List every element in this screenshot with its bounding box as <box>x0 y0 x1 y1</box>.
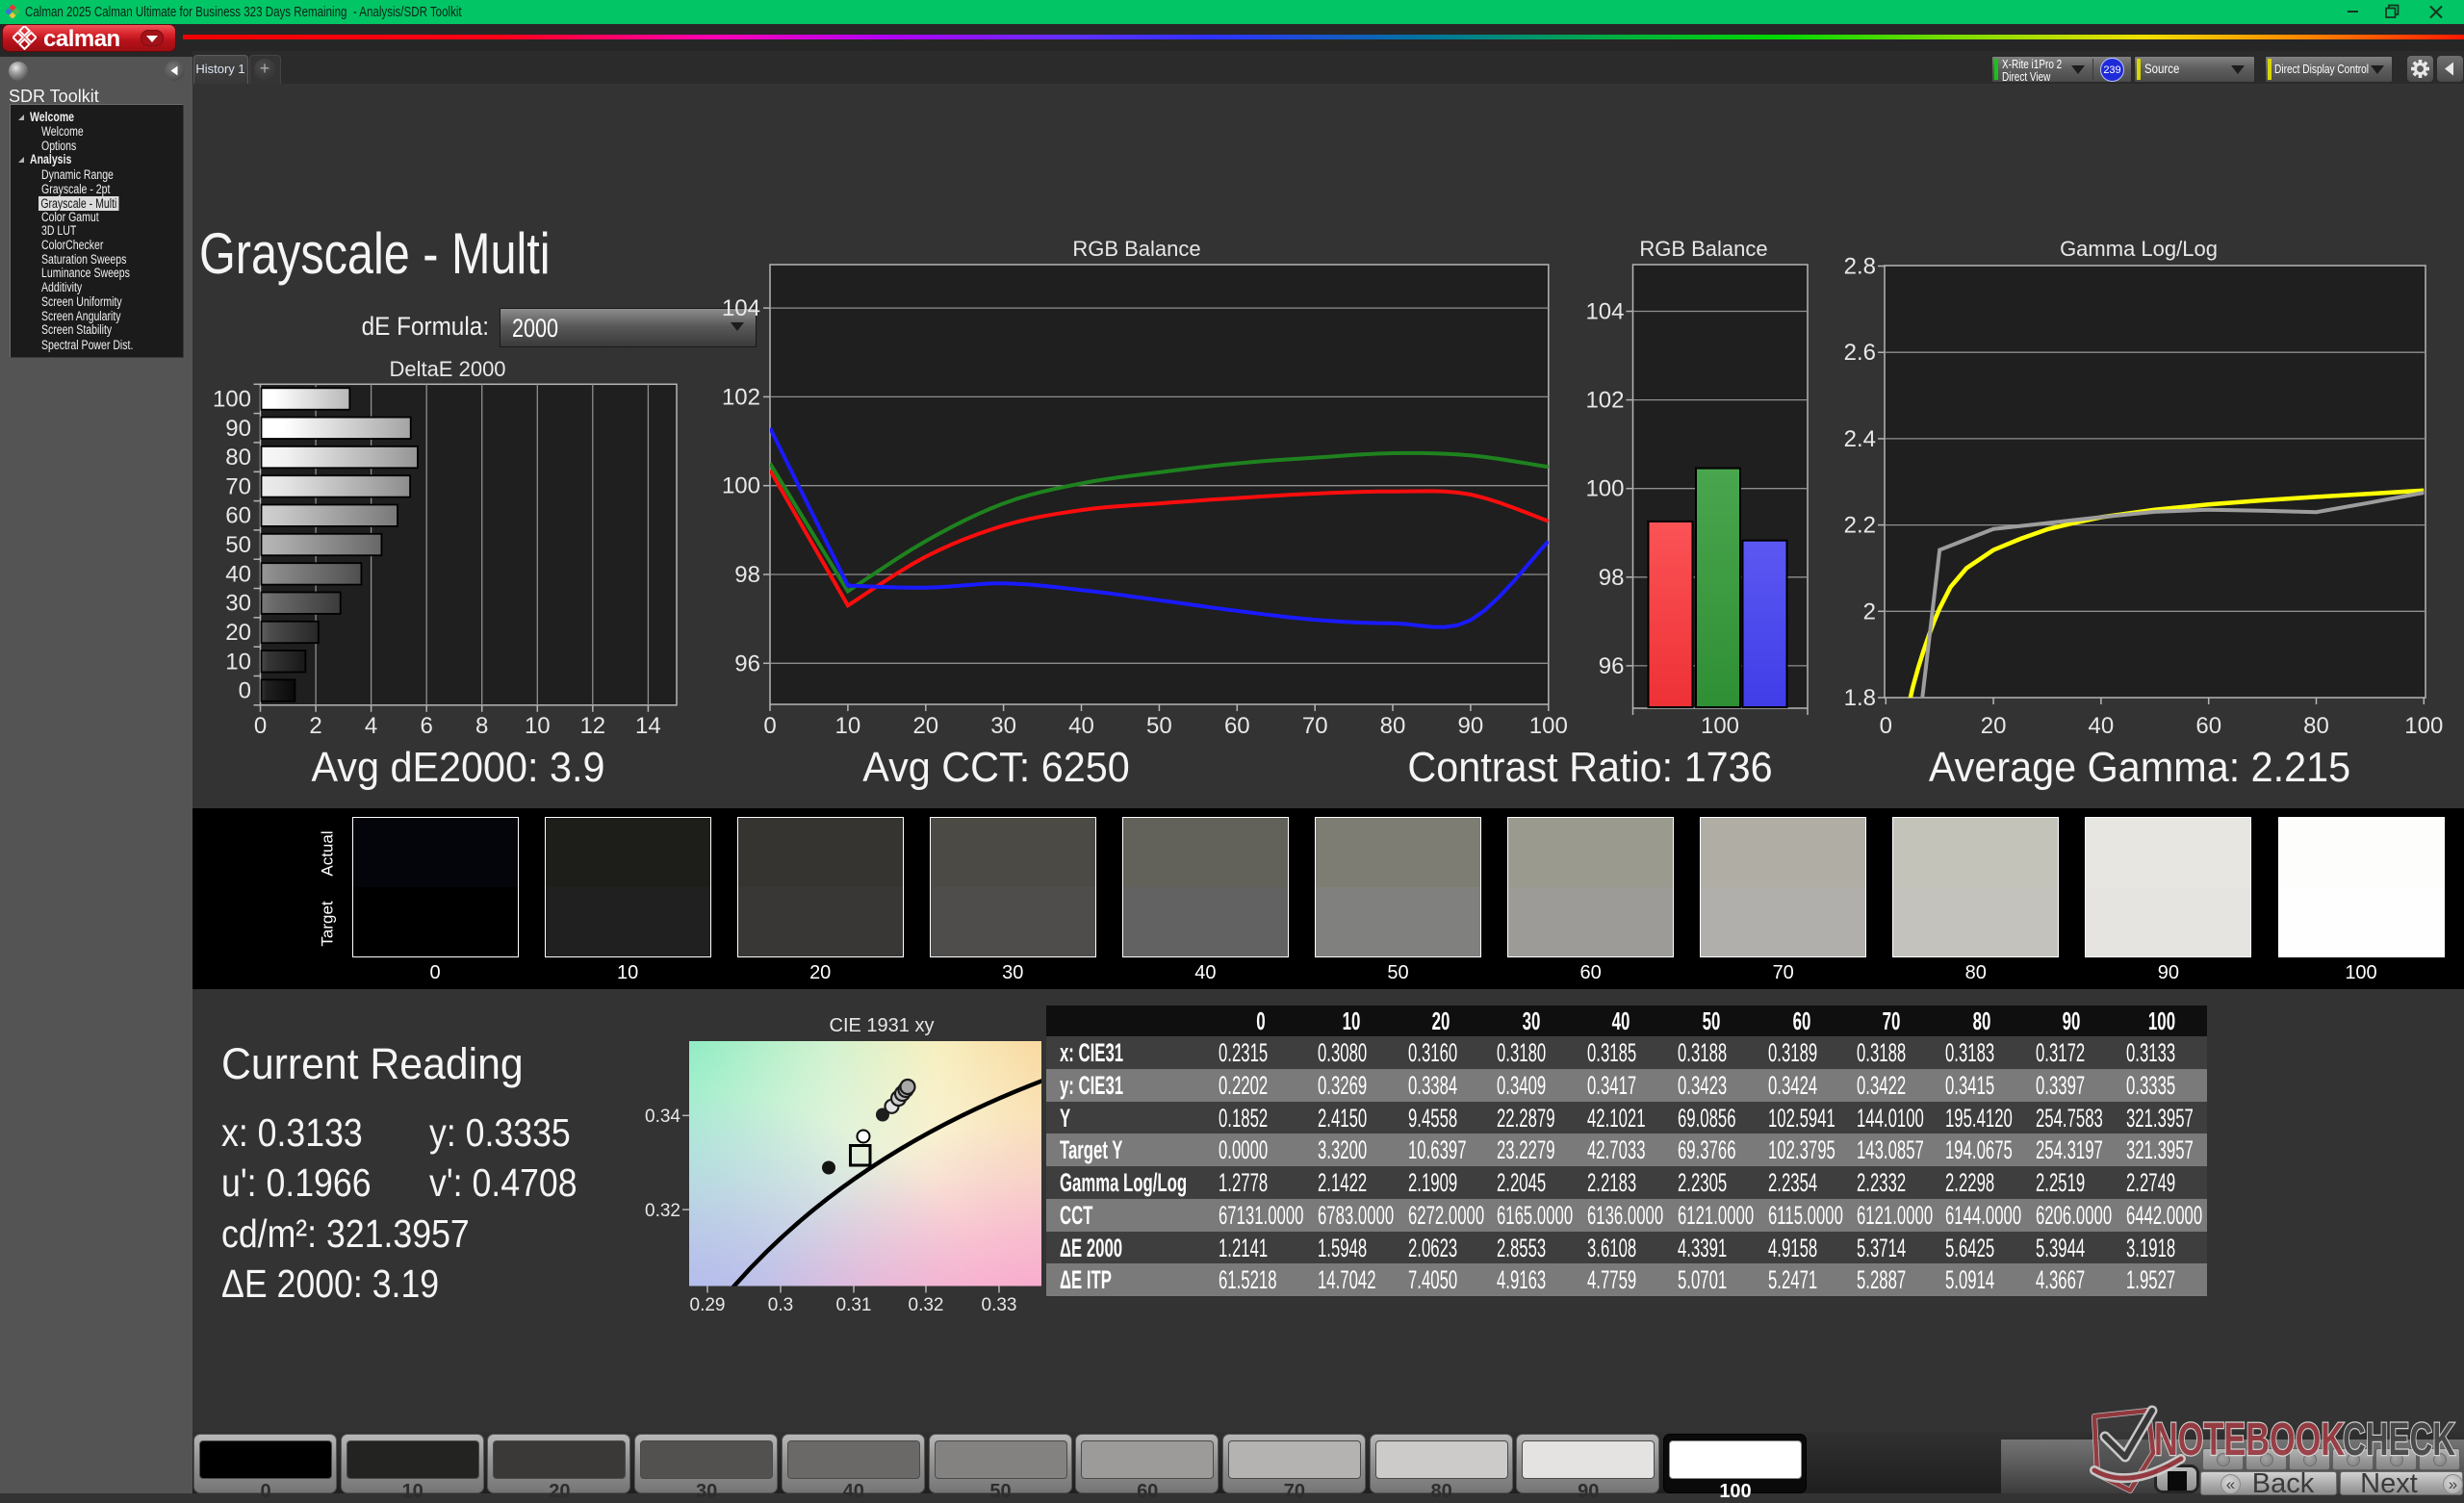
svg-text:1.8: 1.8 <box>1844 685 1876 711</box>
svg-text:60: 60 <box>2195 713 2221 739</box>
svg-text:96: 96 <box>734 650 760 676</box>
svg-text:0.34: 0.34 <box>645 1107 680 1127</box>
svg-text:8: 8 <box>475 713 488 739</box>
svg-text:2.8: 2.8 <box>1844 254 1876 280</box>
svg-text:0.32: 0.32 <box>645 1201 680 1221</box>
svg-text:DeltaE 2000: DeltaE 2000 <box>389 357 505 381</box>
svg-text:0: 0 <box>763 713 776 739</box>
svg-text:20: 20 <box>225 620 251 646</box>
svg-text:90: 90 <box>225 416 251 442</box>
svg-text:0: 0 <box>239 678 251 704</box>
svg-text:6: 6 <box>421 713 433 739</box>
svg-text:80: 80 <box>225 445 251 471</box>
svg-text:NOTEBOOK: NOTEBOOK <box>2154 1414 2345 1465</box>
svg-text:70: 70 <box>1302 713 1328 739</box>
svg-text:100: 100 <box>2404 713 2443 739</box>
svg-text:100: 100 <box>1585 476 1624 502</box>
svg-text:40: 40 <box>1068 713 1094 739</box>
svg-text:50: 50 <box>225 532 251 558</box>
svg-text:14: 14 <box>635 713 661 739</box>
svg-text:0.3: 0.3 <box>768 1295 793 1315</box>
svg-text:80: 80 <box>1380 713 1406 739</box>
svg-text:30: 30 <box>225 591 251 617</box>
svg-text:RGB Balance: RGB Balance <box>1072 237 1200 261</box>
svg-text:70: 70 <box>225 473 251 499</box>
svg-text:2: 2 <box>309 713 321 739</box>
svg-text:30: 30 <box>990 713 1016 739</box>
svg-text:CIE 1931 xy: CIE 1931 xy <box>830 1015 935 1036</box>
svg-text:4: 4 <box>365 713 377 739</box>
svg-text:100: 100 <box>1701 713 1739 739</box>
svg-text:98: 98 <box>1599 565 1625 591</box>
svg-text:10: 10 <box>835 713 861 739</box>
svg-text:0.31: 0.31 <box>836 1295 872 1315</box>
svg-text:104: 104 <box>722 295 760 321</box>
svg-text:0.33: 0.33 <box>982 1295 1017 1315</box>
svg-text:40: 40 <box>225 561 251 587</box>
svg-text:102: 102 <box>722 384 760 410</box>
svg-text:2.2: 2.2 <box>1844 513 1876 539</box>
svg-text:CHECK: CHECK <box>2343 1414 2455 1465</box>
svg-text:0: 0 <box>1880 713 1892 739</box>
svg-text:96: 96 <box>1599 653 1625 679</box>
svg-text:0.29: 0.29 <box>690 1295 726 1315</box>
svg-text:104: 104 <box>1585 299 1624 325</box>
svg-text:100: 100 <box>213 387 251 413</box>
svg-text:80: 80 <box>2303 713 2329 739</box>
svg-text:40: 40 <box>2089 713 2115 739</box>
svg-text:12: 12 <box>579 713 605 739</box>
svg-text:50: 50 <box>1146 713 1172 739</box>
svg-text:102: 102 <box>1585 388 1624 414</box>
svg-text:100: 100 <box>1529 713 1568 739</box>
svg-text:0: 0 <box>254 713 267 739</box>
svg-text:10: 10 <box>525 713 551 739</box>
svg-text:0.32: 0.32 <box>909 1295 944 1315</box>
svg-text:90: 90 <box>1458 713 1484 739</box>
svg-text:10: 10 <box>225 649 251 675</box>
svg-text:RGB Balance: RGB Balance <box>1639 237 1767 261</box>
svg-text:20: 20 <box>1981 713 2007 739</box>
svg-text:20: 20 <box>912 713 938 739</box>
svg-text:Gamma Log/Log: Gamma Log/Log <box>2060 237 2218 261</box>
svg-text:60: 60 <box>1224 713 1250 739</box>
svg-text:98: 98 <box>734 562 760 588</box>
svg-text:2.6: 2.6 <box>1844 340 1876 366</box>
svg-text:60: 60 <box>225 503 251 529</box>
svg-text:2: 2 <box>1863 599 1876 624</box>
svg-text:100: 100 <box>722 473 760 499</box>
svg-text:2.4: 2.4 <box>1844 426 1876 452</box>
